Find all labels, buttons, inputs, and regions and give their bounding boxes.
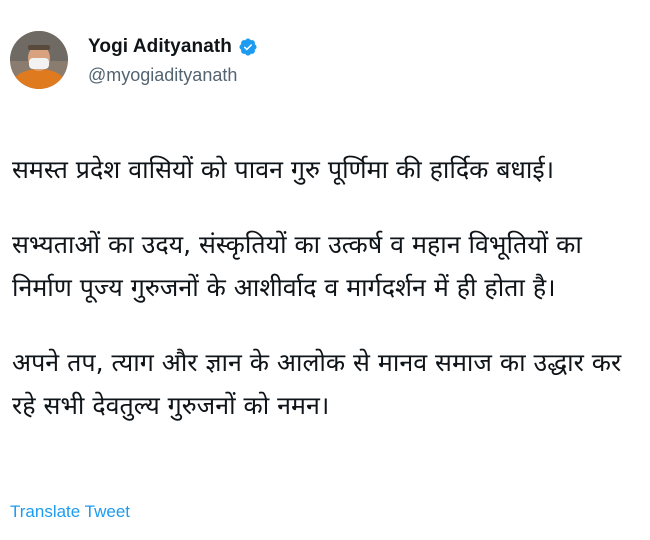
tweet-paragraph-3: अपने तप, त्याग और ज्ञान के आलोक से मानव … <box>12 348 622 420</box>
translate-tweet-link[interactable]: Translate Tweet <box>10 502 130 522</box>
avatar-image <box>10 31 68 89</box>
tweet-paragraph-1: समस्त प्रदेश वासियों को पावन गुरु पूर्णि… <box>12 155 555 184</box>
author-name[interactable]: Yogi Adityanath <box>88 36 232 58</box>
profile-avatar[interactable] <box>10 31 68 89</box>
tweet-paragraph-2: सभ्यताओं का उदय, संस्कृतियों का उत्कर्ष … <box>12 230 582 302</box>
tweet-header: Yogi Adityanath @myogiadityanath <box>10 31 258 116</box>
author-name-row: Yogi Adityanath <box>88 35 258 59</box>
verified-badge-icon <box>238 37 258 57</box>
author-handle[interactable]: @myogiadityanath <box>88 65 258 86</box>
tweet-card: Yogi Adityanath @myogiadityanath समस्त प… <box>0 0 650 540</box>
author-identity: Yogi Adityanath @myogiadityanath <box>88 35 258 86</box>
tweet-text: समस्त प्रदेश वासियों को पावन गुरु पूर्णि… <box>12 148 642 427</box>
